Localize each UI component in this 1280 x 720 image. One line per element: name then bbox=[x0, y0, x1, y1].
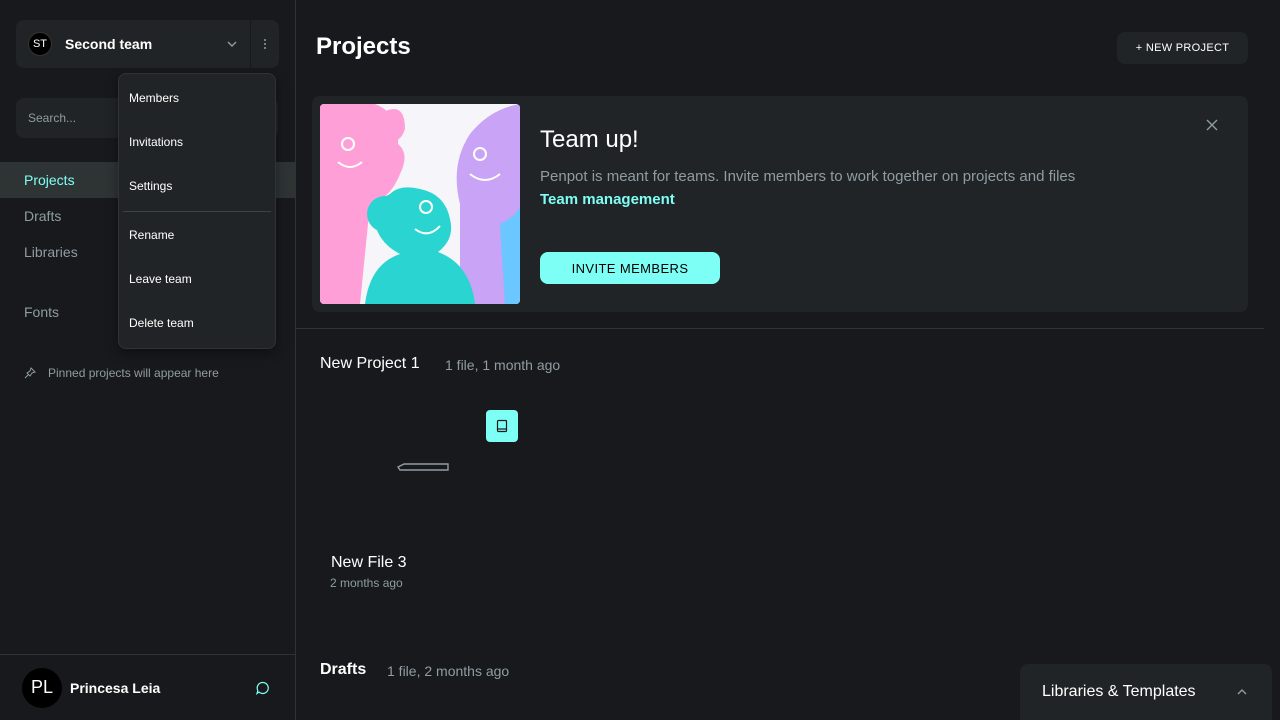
close-icon[interactable] bbox=[1205, 118, 1219, 132]
project-meta: 1 file, 1 month ago bbox=[445, 357, 561, 373]
team-avatar: ST bbox=[28, 32, 52, 56]
menu-item-rename[interactable]: Rename bbox=[119, 215, 275, 255]
pinned-projects-note: Pinned projects will appear here bbox=[24, 366, 219, 380]
banner-description: Penpot is meant for teams. Invite member… bbox=[540, 168, 1076, 185]
avatar: PL bbox=[22, 667, 62, 708]
chevron-up-icon bbox=[1237, 689, 1247, 695]
file-card[interactable]: New File 3 2 months ago bbox=[320, 388, 526, 608]
invite-members-button[interactable]: INVITE MEMBERS bbox=[540, 252, 720, 284]
team-selector[interactable]: ST Second team bbox=[16, 20, 250, 68]
library-icon bbox=[486, 410, 518, 442]
profile-section[interactable]: PL Princesa Leia bbox=[0, 654, 295, 720]
pin-icon bbox=[24, 367, 36, 379]
chevron-down-icon bbox=[227, 41, 237, 47]
sidebar-item-label: Projects bbox=[24, 172, 75, 188]
pinned-note-text: Pinned projects will appear here bbox=[48, 366, 219, 380]
page-title: Projects bbox=[316, 33, 411, 60]
team-management-link[interactable]: Team management bbox=[540, 191, 675, 208]
libraries-templates-panel[interactable]: Libraries & Templates bbox=[1020, 664, 1272, 720]
team-up-banner: Team up! Penpot is meant for teams. Invi… bbox=[312, 96, 1248, 312]
menu-item-leave-team[interactable]: Leave team bbox=[119, 259, 275, 299]
file-date: 2 months ago bbox=[330, 576, 403, 590]
sidebar-item-label: Drafts bbox=[24, 208, 62, 224]
drafts-title[interactable]: Drafts bbox=[320, 661, 366, 679]
team-name: Second team bbox=[65, 36, 153, 52]
team-illustration bbox=[320, 104, 520, 304]
menu-divider bbox=[123, 211, 271, 212]
drafts-meta: 1 file, 2 months ago bbox=[387, 663, 510, 679]
main-content: Projects + NEW PROJECT Team up! Penpot i… bbox=[296, 0, 1280, 720]
project-title[interactable]: New Project 1 bbox=[320, 355, 420, 373]
sidebar-item-label: Libraries bbox=[24, 244, 78, 260]
file-name: New File 3 bbox=[331, 554, 407, 571]
team-options-menu: Members Invitations Settings Rename Leav… bbox=[118, 73, 276, 349]
menu-item-delete-team[interactable]: Delete team bbox=[119, 303, 275, 343]
new-project-button[interactable]: + NEW PROJECT bbox=[1117, 32, 1248, 64]
menu-dots-icon bbox=[264, 39, 266, 49]
menu-item-members[interactable]: Members bbox=[119, 78, 275, 118]
sidebar-item-label: Fonts bbox=[24, 304, 60, 320]
menu-item-settings[interactable]: Settings bbox=[119, 166, 275, 206]
banner-heading: Team up! bbox=[540, 126, 639, 153]
team-options-button[interactable] bbox=[251, 20, 279, 68]
section-divider bbox=[296, 328, 1264, 329]
libraries-panel-title: Libraries & Templates bbox=[1042, 683, 1196, 700]
menu-item-invitations[interactable]: Invitations bbox=[119, 122, 275, 162]
chat-icon[interactable] bbox=[256, 681, 270, 695]
